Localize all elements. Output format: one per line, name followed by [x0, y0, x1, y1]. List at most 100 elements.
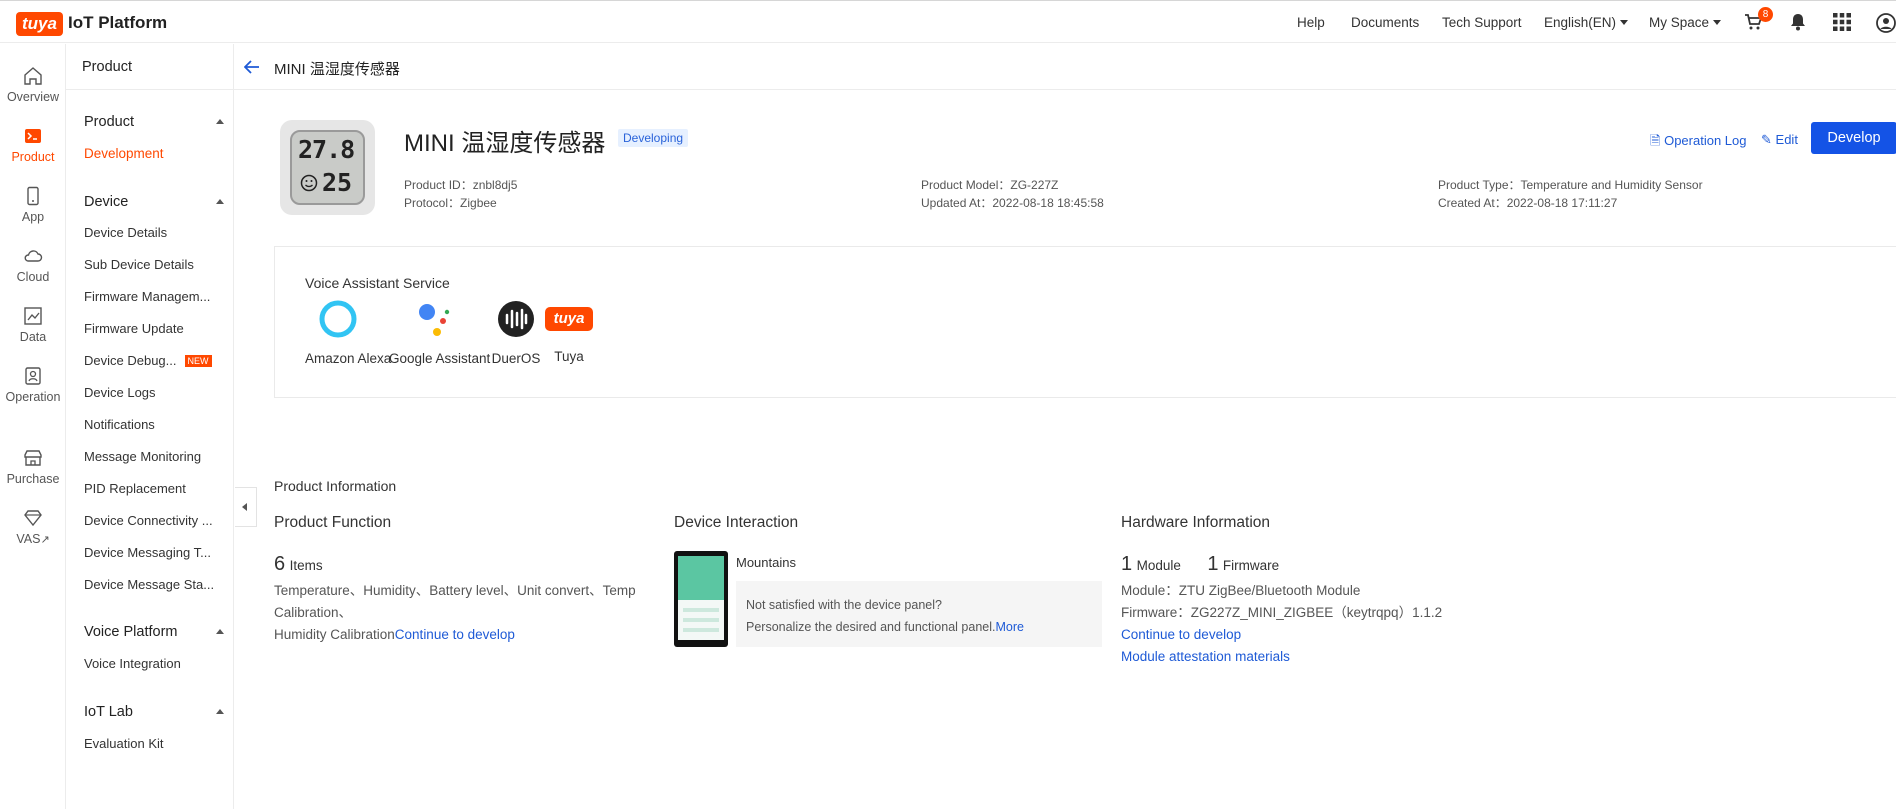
tech-support-link[interactable]: Tech Support — [1442, 15, 1522, 30]
operation-log-link[interactable]: 🗎 Operation Log — [1650, 132, 1746, 154]
develop-button[interactable]: Develop — [1811, 122, 1896, 154]
alexa-icon — [319, 300, 357, 338]
subnav-item-device-connectivity[interactable]: Device Connectivity ... — [84, 513, 213, 528]
rail-item-vas[interactable]: VAS↗ — [0, 508, 66, 546]
service-label: DuerOS — [491, 351, 541, 366]
voice-service-dueros[interactable]: DuerOS — [491, 299, 541, 366]
terminal-icon — [25, 129, 41, 143]
function-list-text: Temperature、Humidity、Battery level、Unit … — [274, 583, 636, 620]
status-badge: Developing — [618, 129, 689, 147]
subnav-item-sub-device-details[interactable]: Sub Device Details — [84, 257, 194, 272]
smiley-icon — [300, 174, 318, 192]
protocol: Protocol：Zigbee — [404, 196, 497, 210]
voice-section-title: Voice Assistant Service — [305, 275, 450, 291]
rail-label: VAS — [16, 532, 41, 546]
subnav-item-device-messaging[interactable]: Device Messaging T... — [84, 545, 211, 560]
section-voice-platform[interactable]: Voice Platform — [84, 624, 224, 640]
subnav-item-device-debug[interactable]: Device Debug... NEW — [84, 353, 212, 368]
section-device[interactable]: Device — [84, 194, 224, 210]
subnav-item-development[interactable]: Development — [84, 146, 164, 161]
edit-label: Edit — [1775, 132, 1798, 147]
subnav-header: Product — [82, 59, 132, 75]
cart-count-badge: 8 — [1758, 7, 1773, 22]
subnav-item-notifications[interactable]: Notifications — [84, 417, 155, 432]
section-product[interactable]: Product — [84, 114, 224, 130]
rail-label: Data — [19, 330, 47, 344]
platform-title[interactable]: IoT Platform — [68, 13, 167, 33]
panel-row — [683, 618, 719, 622]
firmware-count: 1 — [1207, 553, 1219, 575]
language-dropdown[interactable]: English(EN) — [1544, 15, 1629, 30]
subnav-item-pid-replacement[interactable]: PID Replacement — [84, 481, 186, 496]
function-list-text-2: Humidity Calibration — [274, 627, 395, 642]
divider — [66, 89, 234, 90]
service-label: Tuya — [554, 349, 584, 364]
subnav-item-voice-integration[interactable]: Voice Integration — [84, 656, 181, 671]
subnav-item-firmware-update[interactable]: Firmware Update — [84, 321, 184, 336]
subnav-item-device-logs[interactable]: Device Logs — [84, 385, 156, 400]
my-space-dropdown[interactable]: My Space — [1649, 15, 1722, 30]
subnav-item-message-monitoring[interactable]: Message Monitoring — [84, 449, 201, 464]
panel-name: Mountains — [736, 555, 796, 570]
function-count-unit: Items — [289, 558, 323, 573]
module-attestation-link[interactable]: Module attestation materials — [1121, 646, 1601, 668]
store-icon — [24, 450, 42, 466]
subnav-item-firmware-management[interactable]: Firmware Managem... — [84, 289, 210, 304]
rail-label: Operation — [5, 390, 61, 404]
product-id: Product ID：znbl8dj5 — [404, 178, 518, 192]
panel-preview-phone[interactable] — [674, 551, 728, 647]
section-label: Device — [84, 194, 129, 210]
document-icon: 🗎 — [1650, 133, 1661, 148]
hardware-info-title: Hardware Information — [1121, 514, 1271, 531]
operation-log-label: Operation Log — [1664, 133, 1747, 148]
voice-assistant-card: Voice Assistant Service Amazon Alexa Goo… — [274, 246, 1896, 398]
panel-header — [678, 556, 724, 600]
bell-icon[interactable] — [1789, 13, 1807, 36]
subnav-item-evaluation-kit[interactable]: Evaluation Kit — [84, 736, 164, 751]
edit-link[interactable]: ✎ Edit — [1761, 132, 1798, 148]
subnav-item-device-details[interactable]: Device Details — [84, 225, 167, 240]
chart-icon — [24, 307, 42, 325]
breadcrumb-title: MINI 温湿度传感器 — [274, 61, 400, 78]
rail-item-purchase[interactable]: Purchase — [0, 448, 66, 486]
more-link[interactable]: More — [995, 620, 1023, 634]
voice-service-google[interactable]: Google Assistant — [389, 299, 490, 366]
back-arrow-icon[interactable] — [244, 60, 260, 74]
section-iot-lab[interactable]: IoT Lab — [84, 704, 224, 720]
subnav-item-device-message-stats[interactable]: Device Message Sta... — [84, 577, 214, 592]
function-count: 6 Items — [274, 553, 323, 576]
continue-develop-link[interactable]: Continue to develop — [395, 627, 515, 642]
panel-prompt-text: Not satisfied with the device panel? — [746, 598, 942, 612]
rail-item-product[interactable]: Product — [0, 126, 66, 164]
left-rail: Overview Product App Cloud Data Operatio… — [0, 44, 66, 809]
item-label: Device Debug... — [84, 353, 177, 368]
rail-item-overview[interactable]: Overview — [0, 66, 66, 104]
chevron-up-icon — [216, 119, 224, 124]
voice-service-alexa[interactable]: Amazon Alexa — [305, 299, 391, 366]
lcd-humidity: 25 — [322, 168, 353, 197]
function-count-number: 6 — [274, 553, 286, 575]
apps-grid-icon[interactable] — [1833, 13, 1851, 36]
documents-link[interactable]: Documents — [1351, 15, 1419, 30]
product-type: Product Type：Temperature and Humidity Se… — [1438, 178, 1703, 192]
tuya-logo[interactable]: tuya — [16, 12, 63, 36]
chevron-up-icon — [216, 629, 224, 634]
rail-item-cloud[interactable]: Cloud — [0, 246, 66, 284]
lcd-screen: 27.8 25 — [290, 130, 365, 205]
module-count-label: Module — [1136, 558, 1181, 573]
rail-label: Overview — [6, 90, 60, 104]
panel-prompt-text-2: Personalize the desired and functional p… — [746, 620, 996, 634]
rail-item-app[interactable]: App — [0, 186, 66, 224]
external-link-icon: ↗ — [40, 534, 50, 546]
voice-service-tuya[interactable]: tuya Tuya — [545, 299, 593, 364]
hardware-details: Module：ZTU ZigBee/Bluetooth Module Firmw… — [1121, 580, 1601, 668]
section-label: IoT Lab — [84, 704, 133, 720]
hardware-continue-develop-link[interactable]: Continue to develop — [1121, 624, 1601, 646]
user-avatar-icon[interactable] — [1876, 13, 1896, 38]
rail-item-operation[interactable]: Operation — [0, 366, 66, 404]
function-list: Temperature、Humidity、Battery level、Unit … — [274, 580, 714, 646]
panel-prompt: Not satisfied with the device panel? Per… — [746, 594, 1024, 638]
help-link[interactable]: Help — [1297, 15, 1325, 30]
service-label: Amazon Alexa — [305, 351, 392, 366]
rail-item-data[interactable]: Data — [0, 306, 66, 344]
